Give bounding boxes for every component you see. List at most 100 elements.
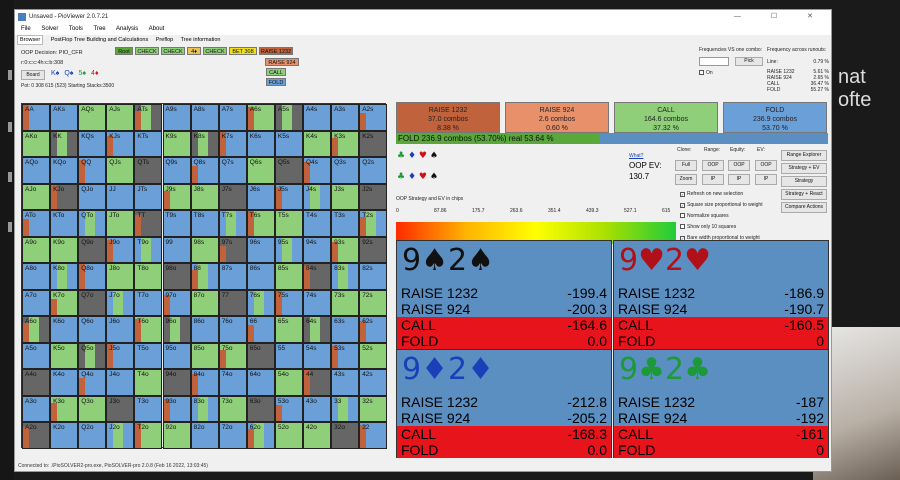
range-cell[interactable]: 52o	[274, 422, 303, 449]
range-cell[interactable]: 65o	[246, 342, 275, 369]
range-cell[interactable]: 76s	[246, 289, 275, 316]
range-cell[interactable]: KK	[50, 130, 79, 157]
range-cell[interactable]: QTo	[78, 210, 107, 237]
range-cell[interactable]: KTs	[134, 130, 163, 157]
range-cell[interactable]: A5o	[22, 342, 50, 369]
range-cell[interactable]: 75o	[218, 342, 247, 369]
range-cell[interactable]: 85o	[190, 342, 219, 369]
view-button-0[interactable]: Range Explorer	[781, 150, 827, 161]
range-cell[interactable]: 63o	[246, 395, 275, 422]
range-cell[interactable]: K4s	[303, 130, 331, 157]
range-cell[interactable]: QJs	[106, 157, 135, 184]
tab-postflop[interactable]: PostFlop Tree Building and Calculations	[51, 37, 149, 43]
range-cell[interactable]: K9o	[50, 236, 79, 263]
heart-icon[interactable]: ♥	[419, 151, 427, 161]
range-cell[interactable]: JJ	[106, 183, 135, 210]
range-cell[interactable]: Q8o	[78, 263, 107, 290]
menu-tree[interactable]: Tree	[94, 26, 106, 32]
range-cell[interactable]: T2s	[359, 210, 388, 237]
ctrl-button-1-0[interactable]: Zoom	[675, 174, 697, 185]
range-cell[interactable]: 75s	[274, 289, 303, 316]
range-cell[interactable]: J3s	[331, 183, 360, 210]
range-cell[interactable]: 77	[218, 289, 247, 316]
range-cell[interactable]: T7o	[134, 289, 163, 316]
range-cell[interactable]: QJo	[78, 183, 107, 210]
pick-button[interactable]: Pick	[735, 57, 763, 66]
range-cell[interactable]: KQo	[50, 157, 79, 184]
tab-browser[interactable]: Browser	[17, 35, 44, 45]
range-cell[interactable]: T6o	[134, 316, 163, 343]
ctrl-button-0-3[interactable]: OOP	[755, 160, 777, 171]
range-cell[interactable]: AJs	[106, 104, 135, 131]
range-cell[interactable]: T3o	[134, 395, 163, 422]
what-link[interactable]: What?	[629, 153, 643, 159]
range-cell[interactable]: J9s	[162, 183, 191, 210]
range-cell[interactable]: T2o	[134, 422, 163, 449]
range-cell[interactable]: K8o	[50, 263, 79, 290]
range-cell[interactable]: T9s	[162, 210, 191, 237]
range-cell[interactable]: J7s	[218, 183, 247, 210]
range-cell[interactable]: K4o	[50, 369, 79, 396]
summary-0[interactable]: RAISE 1232 37.0 combos 8.38 %	[396, 102, 500, 133]
range-cell[interactable]: ATo	[22, 210, 50, 237]
range-cell[interactable]: A8o	[22, 263, 50, 290]
range-cell[interactable]: 62o	[246, 422, 275, 449]
range-cell[interactable]: Q6s	[246, 157, 275, 184]
ctrl-button-1-1[interactable]: IP	[702, 174, 724, 185]
range-cell[interactable]: 72s	[359, 289, 388, 316]
range-cell[interactable]: 93o	[162, 395, 191, 422]
combo-panel-3[interactable]: 9♣2♣ RAISE 1232 -187 RAISE 924 -192 CALL -161 F…	[613, 349, 829, 458]
range-cell[interactable]: K3s	[331, 130, 360, 157]
view-button-1[interactable]: Strategy + EV	[781, 163, 827, 174]
range-cell[interactable]: A7o	[22, 289, 50, 316]
range-cell[interactable]: A7s	[218, 104, 247, 131]
range-cell[interactable]: ATs	[134, 104, 163, 131]
combo-input[interactable]	[699, 57, 729, 66]
range-cell[interactable]: K7o	[50, 289, 79, 316]
combo-panel-0[interactable]: 9♠2♠ RAISE 1232 -199.4 RAISE 924 -200.3 CALL -…	[396, 240, 612, 349]
combo-panel-1[interactable]: 9♥2♥ RAISE 1232 -186.9 RAISE 924 -190.7 CALL -…	[613, 240, 829, 349]
range-cell[interactable]: 22	[359, 422, 388, 449]
menu-about[interactable]: About	[149, 26, 165, 32]
range-cell[interactable]: Q9o	[78, 236, 107, 263]
range-cell[interactable]: 73o	[218, 395, 247, 422]
diamond-icon[interactable]: ♦	[408, 172, 416, 182]
range-cell[interactable]: AJo	[22, 183, 50, 210]
range-cell[interactable]: KTo	[50, 210, 79, 237]
view-button-2[interactable]: Strategy	[781, 176, 827, 187]
range-cell[interactable]: 83o	[190, 395, 219, 422]
on-checkbox[interactable]: On	[699, 70, 713, 76]
range-cell[interactable]: K2s	[359, 130, 388, 157]
range-cell[interactable]: A9o	[22, 236, 50, 263]
range-cell[interactable]: AKo	[22, 130, 50, 157]
path-button-0[interactable]: Root	[115, 47, 133, 55]
range-cell[interactable]: 72o	[218, 422, 247, 449]
range-cell[interactable]: A6s	[246, 104, 275, 131]
range-cell[interactable]: 99	[162, 236, 191, 263]
option-checkbox[interactable]: ✓ Refresh on new selection	[680, 191, 743, 197]
range-cell[interactable]: K6s	[246, 130, 275, 157]
range-cell[interactable]: 85s	[274, 263, 303, 290]
range-cell[interactable]: Q4o	[78, 369, 107, 396]
range-cell[interactable]: JTo	[106, 210, 135, 237]
option-checkbox[interactable]: Normalize squares	[680, 213, 729, 219]
range-cell[interactable]: 82s	[359, 263, 388, 290]
ctrl-button-0-2[interactable]: OOP	[728, 160, 750, 171]
range-cell[interactable]: 76o	[218, 316, 247, 343]
range-cell[interactable]: T5s	[274, 210, 303, 237]
range-cell[interactable]: J9o	[106, 236, 135, 263]
tab-preflop[interactable]: Preflop	[156, 37, 173, 43]
spade-icon[interactable]: ♠	[430, 151, 438, 161]
range-cell[interactable]: A3s	[331, 104, 360, 131]
ctrl-button-1-3[interactable]: IP	[755, 174, 777, 185]
sub-action-0[interactable]: RAISE 924	[265, 58, 299, 66]
range-cell[interactable]: 86o	[190, 316, 219, 343]
range-cell[interactable]: 43o	[303, 395, 331, 422]
range-cell[interactable]: J2s	[359, 183, 388, 210]
range-cell[interactable]: 98s	[190, 236, 219, 263]
range-cell[interactable]: Q4s	[303, 157, 331, 184]
range-cell[interactable]: 54o	[274, 369, 303, 396]
club-icon[interactable]: ♣	[397, 151, 405, 161]
range-cell[interactable]: A4o	[22, 369, 50, 396]
range-cell[interactable]: 66	[246, 316, 275, 343]
